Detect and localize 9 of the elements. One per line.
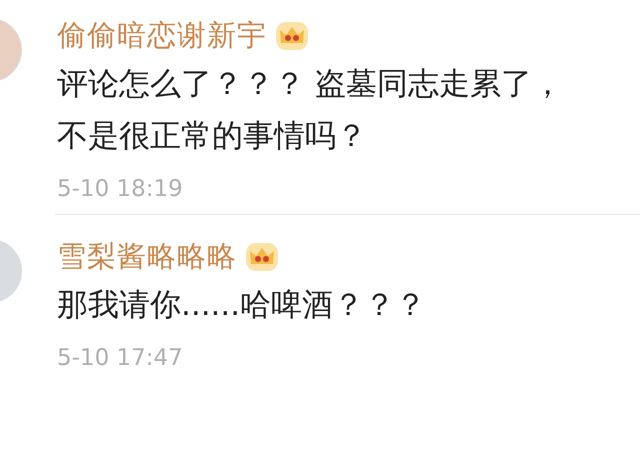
crown-icon [275, 21, 309, 51]
comment-text: 那我请你......哈啤酒？？？ [57, 286, 428, 325]
comment-time: 5-10 17:47 [57, 344, 184, 373]
crown-icon [245, 242, 279, 272]
username[interactable]: 偷偷暗恋谢新宇 [57, 16, 267, 56]
comment-time: 5-10 18:19 [57, 175, 184, 204]
username[interactable]: 雪梨酱略略略 [57, 237, 237, 277]
comment-text: 评论怎么了？？？ 盗墓同志走累了， [57, 65, 564, 104]
comment-text: 不是很正常的事情吗？ [57, 117, 368, 156]
